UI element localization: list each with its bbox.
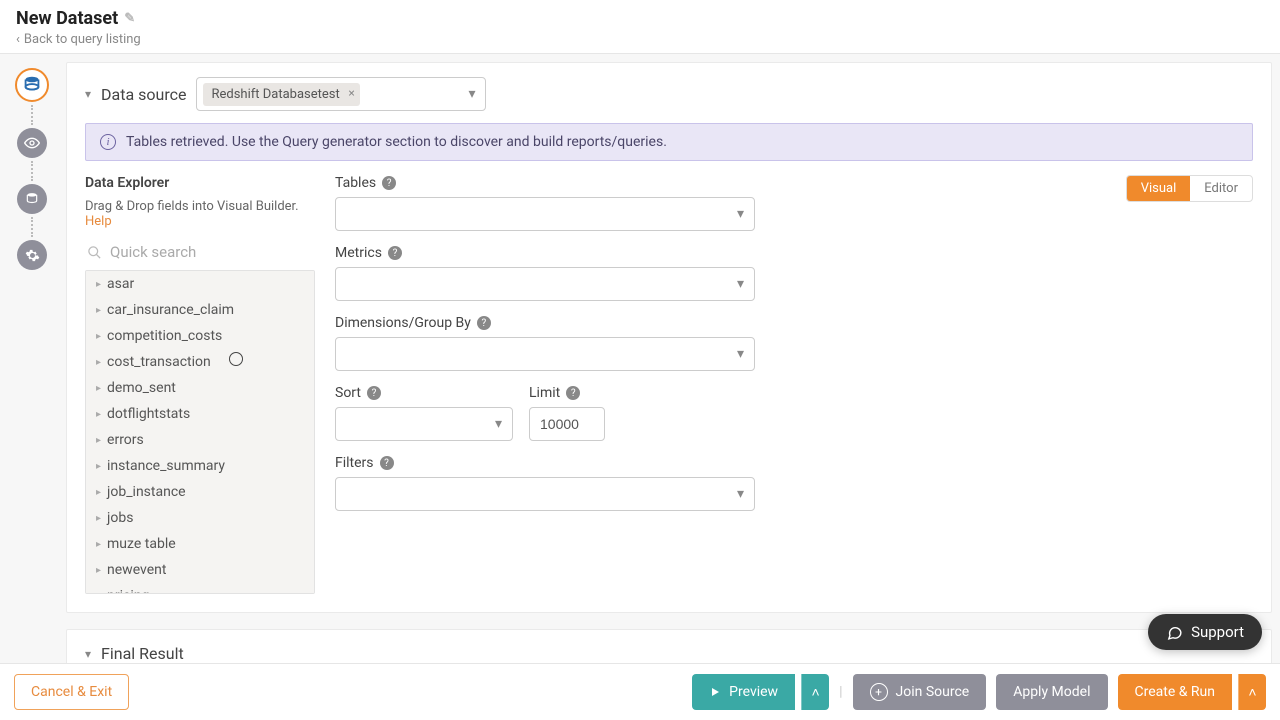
help-icon[interactable]: ? (367, 386, 381, 400)
help-icon[interactable]: ? (477, 316, 491, 330)
create-run-button[interactable]: Create & Run (1118, 674, 1233, 710)
search-icon (87, 245, 102, 260)
dimensions-label: Dimensions/Group By (335, 315, 471, 331)
toggle-visual[interactable]: Visual (1127, 176, 1191, 201)
cancel-button[interactable]: Cancel & Exit (14, 674, 129, 710)
table-item[interactable]: ▸newevent (86, 557, 314, 583)
chevron-right-icon: ▸ (96, 331, 101, 342)
chevron-down-icon: ▾ (737, 206, 744, 222)
info-banner: i Tables retrieved. Use the Query genera… (85, 123, 1253, 161)
table-item[interactable]: ▸jobs (86, 505, 314, 531)
chevron-right-icon: ▸ (96, 487, 101, 498)
chevron-right-icon: ▸ (96, 435, 101, 446)
chevron-down-icon: ▾ (737, 486, 744, 502)
chevron-right-icon: ▸ (96, 461, 101, 472)
sort-label: Sort (335, 385, 361, 401)
page-title: New Dataset ✎ (16, 8, 1264, 29)
toggle-editor[interactable]: Editor (1190, 176, 1252, 201)
table-item[interactable]: ▸car_insurance_claim (86, 297, 314, 323)
chevron-right-icon: ▸ (96, 565, 101, 576)
chevron-down-icon: ▾ (495, 416, 502, 432)
table-item[interactable]: ▸instance_summary (86, 453, 314, 479)
datasource-chip-label: Redshift Databasetest (211, 87, 339, 102)
chevron-right-icon: ▸ (96, 305, 101, 316)
quicksearch[interactable]: Quick search (85, 239, 315, 270)
chevron-down-icon[interactable]: ▾ (85, 647, 91, 661)
help-icon[interactable]: ? (380, 456, 394, 470)
metrics-label: Metrics (335, 245, 382, 261)
help-icon[interactable]: ? (388, 246, 402, 260)
panel-datasource: ▾ Data source Redshift Databasetest × ▾ … (66, 62, 1272, 613)
datasource-select[interactable]: Redshift Databasetest × ▾ (196, 77, 486, 111)
step-model[interactable] (17, 184, 47, 214)
chevron-right-icon: ▸ (96, 409, 101, 420)
tables-input[interactable]: ▾ (335, 197, 755, 231)
step-rail (8, 62, 56, 640)
filters-input[interactable]: ▾ (335, 477, 755, 511)
preview-button[interactable]: Preview (692, 674, 795, 710)
chevron-right-icon: ▸ (96, 383, 101, 394)
footer-bar: Cancel & Exit Preview ˄ | + Join Source … (0, 663, 1280, 720)
apply-model-button[interactable]: Apply Model (996, 674, 1107, 710)
close-icon[interactable]: × (348, 86, 354, 100)
data-explorer: Data Explorer Drag & Drop fields into Vi… (85, 175, 315, 594)
back-link[interactable]: ‹ Back to query listing (16, 32, 141, 47)
view-toggle: Visual Editor (1126, 175, 1253, 202)
chevron-down-icon: ▾ (737, 276, 744, 292)
info-banner-text: Tables retrieved. Use the Query generato… (126, 134, 667, 150)
info-icon: i (100, 134, 116, 150)
table-item[interactable]: ▸asar (86, 271, 314, 297)
tables-label: Tables (335, 175, 376, 191)
play-icon (709, 686, 721, 698)
back-link-label: Back to query listing (24, 32, 141, 47)
explorer-title: Data Explorer (85, 175, 315, 191)
explorer-hint: Drag & Drop fields into Visual Builder. … (85, 199, 315, 229)
limit-input[interactable] (529, 407, 605, 441)
table-item[interactable]: ▸job_instance (86, 479, 314, 505)
table-item[interactable]: ▸cost_transaction (86, 349, 314, 375)
chevron-down-icon[interactable]: ▾ (85, 87, 91, 101)
table-tree[interactable]: ▸asar▸car_insurance_claim▸competition_co… (85, 270, 315, 594)
page-title-text: New Dataset (16, 8, 118, 29)
table-item[interactable]: ▸demo_sent (86, 375, 314, 401)
join-source-button[interactable]: + Join Source (853, 674, 987, 710)
help-icon[interactable]: ? (566, 386, 580, 400)
chevron-right-icon: ▸ (96, 591, 101, 595)
chevron-down-icon: ▾ (737, 346, 744, 362)
chevron-right-icon: ▸ (96, 539, 101, 550)
metrics-input[interactable]: ▾ (335, 267, 755, 301)
chevron-left-icon: ‹ (16, 32, 20, 47)
help-link[interactable]: Help (85, 214, 112, 229)
datasource-chip: Redshift Databasetest × (203, 83, 359, 106)
table-item[interactable]: ▸pricing (86, 583, 314, 594)
table-item[interactable]: ▸errors (86, 427, 314, 453)
table-item[interactable]: ▸competition_costs (86, 323, 314, 349)
query-builder: Tables? ▾ Metrics? ▾ Dimensions/Group By… (335, 175, 755, 525)
support-button[interactable]: Support (1148, 614, 1262, 650)
help-icon[interactable]: ? (382, 176, 396, 190)
section-title-final: Final Result (101, 644, 184, 663)
chevron-right-icon: ▸ (96, 357, 101, 368)
table-item[interactable]: ▸dotflightstats (86, 401, 314, 427)
step-datasource[interactable] (15, 68, 49, 102)
table-item[interactable]: ▸muze table (86, 531, 314, 557)
support-label: Support (1191, 623, 1244, 641)
plus-icon: + (870, 683, 888, 701)
chevron-down-icon: ▾ (468, 86, 475, 102)
preview-caret[interactable]: ˄ (801, 674, 829, 710)
section-title-datasource: Data source (101, 85, 186, 104)
edit-icon[interactable]: ✎ (124, 11, 135, 26)
step-preview[interactable] (17, 128, 47, 158)
step-settings[interactable] (17, 240, 47, 270)
quicksearch-placeholder: Quick search (110, 243, 196, 261)
chevron-right-icon: ▸ (96, 513, 101, 524)
limit-label: Limit (529, 385, 560, 401)
chevron-right-icon: ▸ (96, 279, 101, 290)
chat-icon (1166, 624, 1183, 641)
dimensions-input[interactable]: ▾ (335, 337, 755, 371)
sort-input[interactable]: ▾ (335, 407, 513, 441)
filters-label: Filters (335, 455, 374, 471)
create-run-caret[interactable]: ˄ (1238, 674, 1266, 710)
